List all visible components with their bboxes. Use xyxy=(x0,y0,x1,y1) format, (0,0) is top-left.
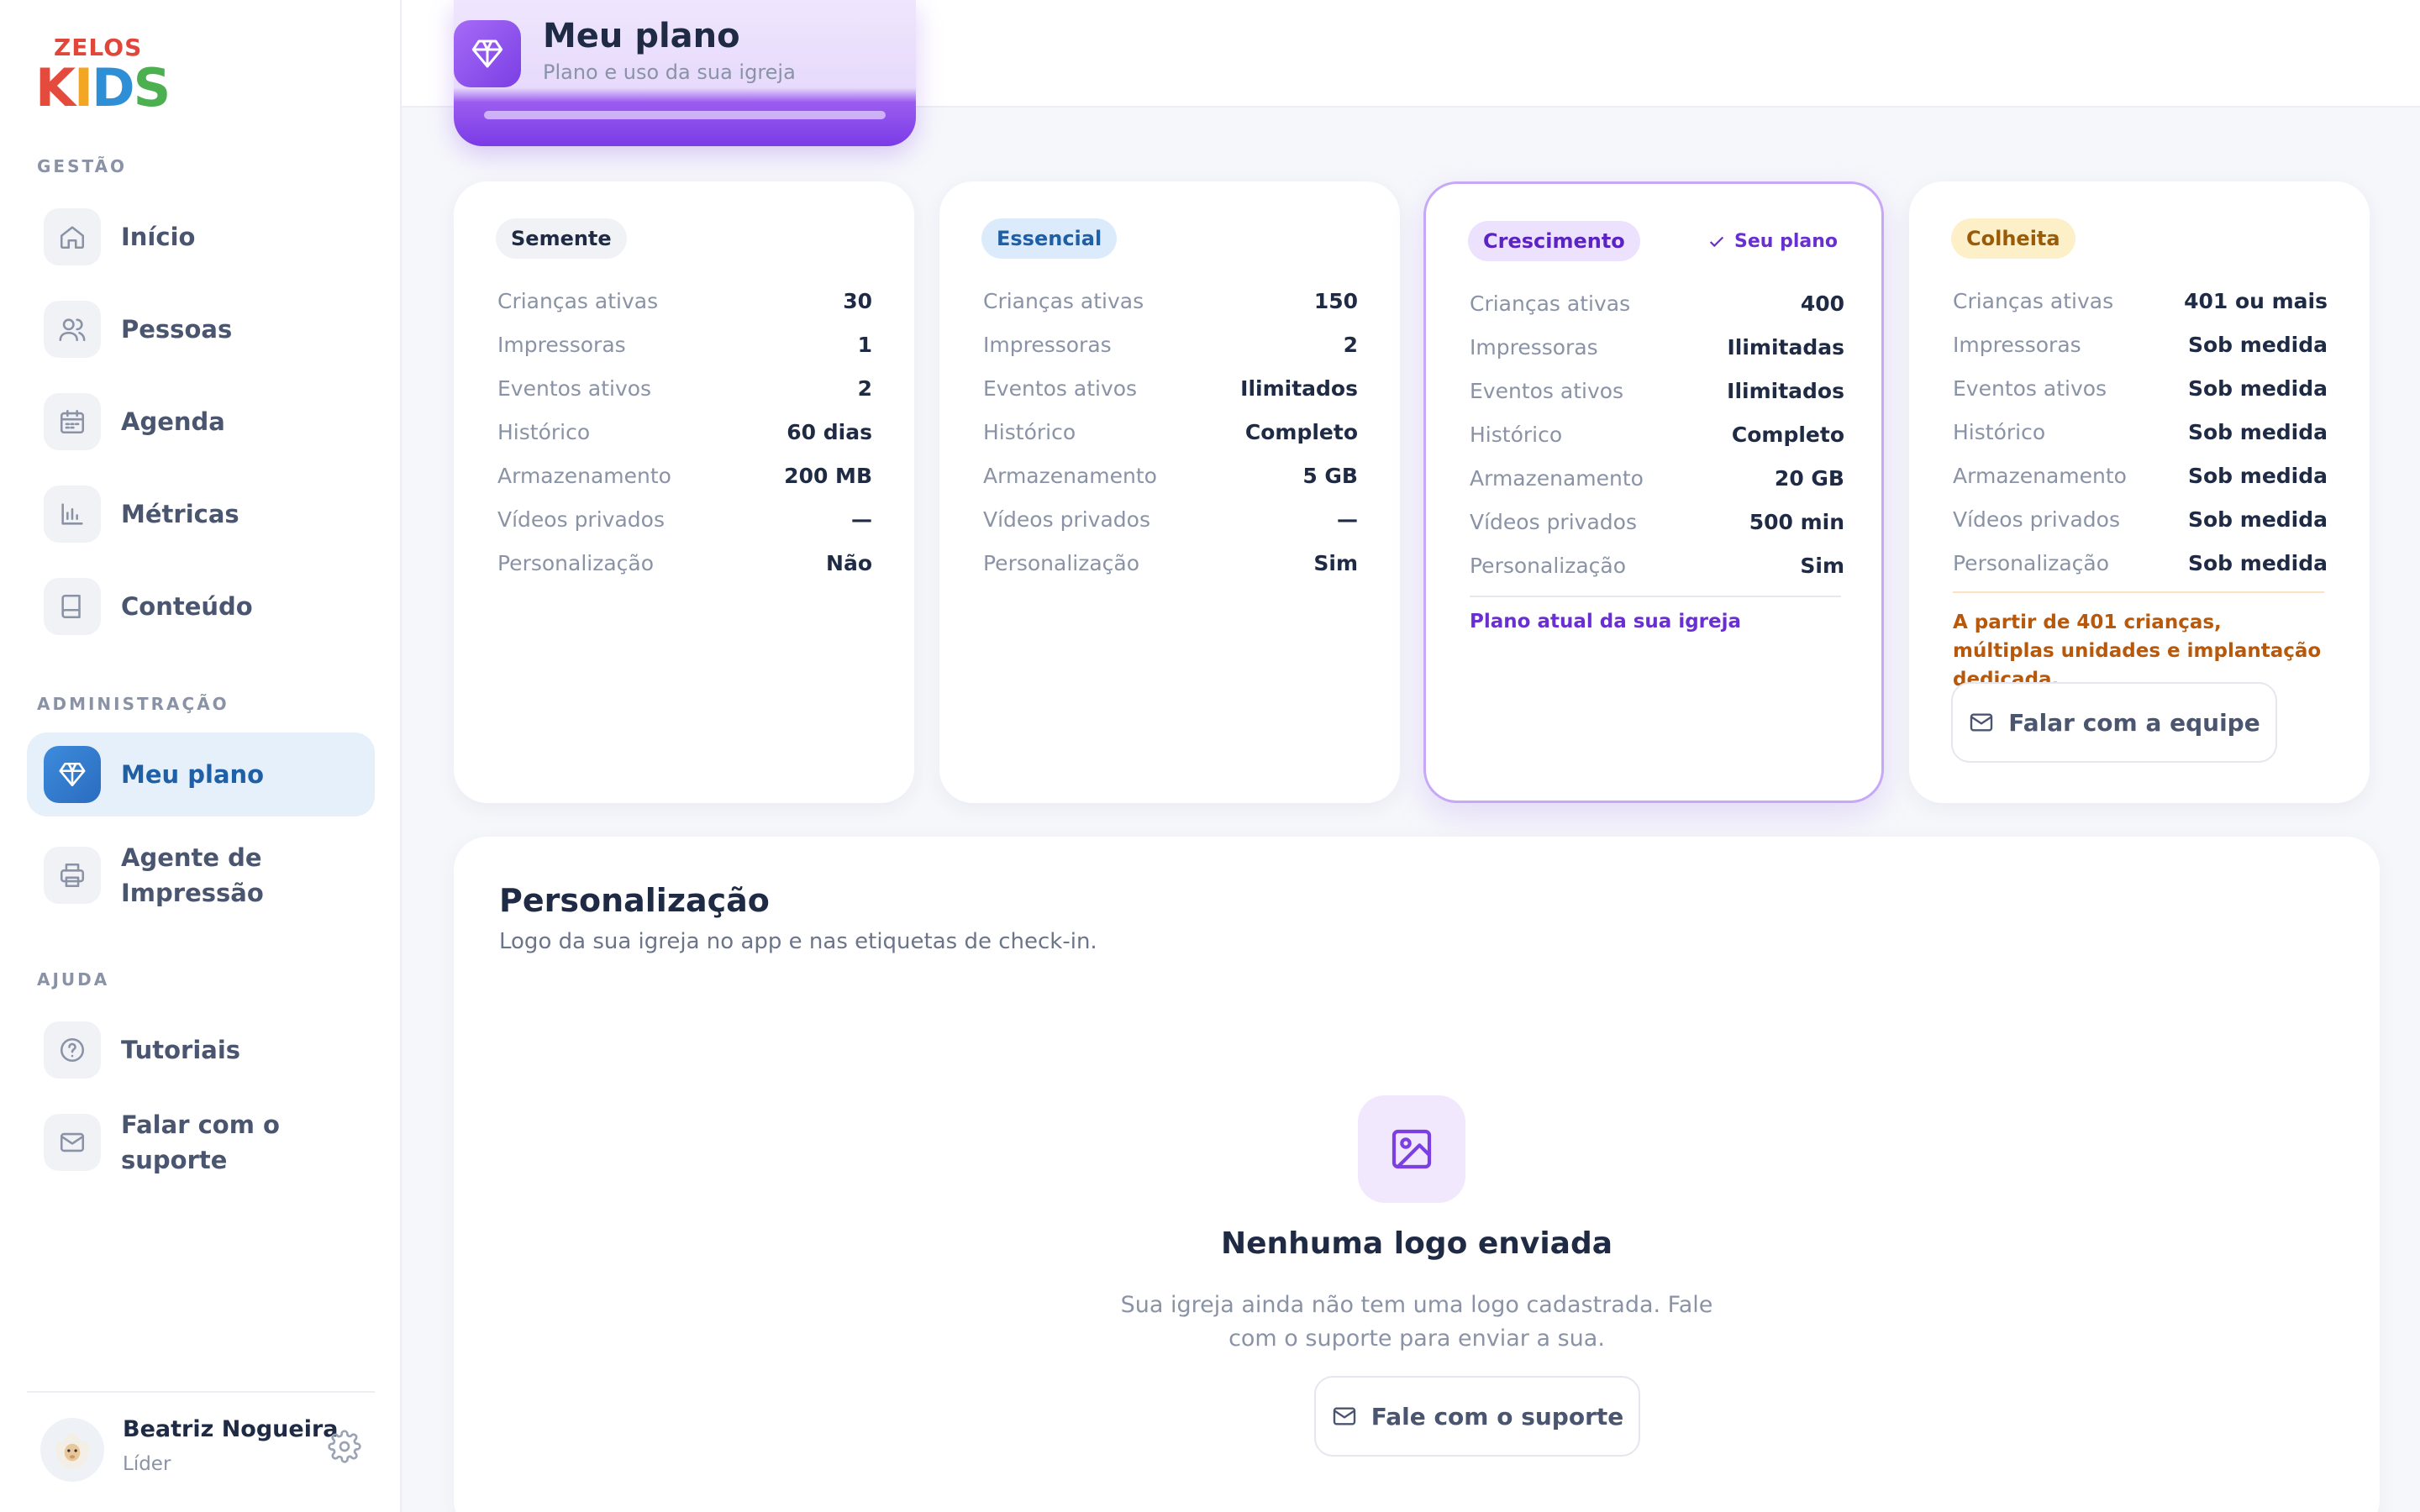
gear-icon[interactable] xyxy=(328,1430,361,1463)
contact-team-button[interactable]: Falar com a equipe xyxy=(1951,682,2277,763)
plan-row: Eventos ativos Sob medida xyxy=(1953,375,2328,401)
sidebar-item-label: Métricas xyxy=(121,500,239,528)
check-icon xyxy=(1709,236,1724,247)
sheep-avatar-icon xyxy=(55,1433,90,1469)
plan-card-crescimento: Crescimento Seu plano Crianças ativas 400… xyxy=(1423,181,1884,803)
plan-row: Personalização Não xyxy=(497,550,872,575)
sidebar-item-metricas[interactable]: Métricas xyxy=(27,472,375,556)
sidebar-item-agente-impressao[interactable]: Agente de Impressão xyxy=(27,832,375,919)
plan-row: Histórico 60 dias xyxy=(497,419,872,444)
section-label-administracao: ADMINISTRAÇÃO xyxy=(37,694,229,714)
user-profile[interactable]: Beatriz Nogueira Líder xyxy=(27,1391,375,1512)
diamond-icon xyxy=(44,746,101,803)
sidebar-item-label: Tutoriais xyxy=(121,1036,241,1064)
diamond-icon xyxy=(454,20,521,87)
user-name: Beatriz Nogueira xyxy=(123,1416,339,1442)
plan-card-colheita: Colheita Crianças ativas 401 ou mais Impr… xyxy=(1909,181,2370,803)
section-subtitle: Logo da sua igreja no app e nas etiqueta… xyxy=(499,929,1097,954)
logo-line-2: KIDS xyxy=(35,57,171,118)
plan-row: Histórico Completo xyxy=(1470,422,1844,447)
plan-row: Eventos ativos Ilimitados xyxy=(1470,378,1844,403)
sidebar-item-label: Início xyxy=(121,223,196,251)
sidebar-item-agenda[interactable]: Agenda xyxy=(27,380,375,464)
avatar xyxy=(40,1418,104,1482)
plan-badge: Colheita xyxy=(1951,218,2075,259)
plan-badge: Semente xyxy=(496,218,627,259)
plan-badge: Essencial xyxy=(981,218,1118,259)
plan-row: Personalização Sim xyxy=(1470,553,1844,578)
plan-row: Vídeos privados — xyxy=(497,507,872,532)
plan-row: Impressoras Ilimitadas xyxy=(1470,334,1844,360)
plan-row: Impressoras 1 xyxy=(497,332,872,357)
plan-row: Impressoras 2 xyxy=(983,332,1358,357)
mail-icon xyxy=(44,1114,101,1171)
plan-card-essencial: Essencial Crianças ativas 150 Impressoras… xyxy=(939,181,1400,803)
mail-icon xyxy=(1970,713,1993,732)
sidebar-item-label: Agenda xyxy=(121,407,225,436)
plan-row: Vídeos privados Sob medida xyxy=(1953,507,2328,532)
plan-row: Impressoras Sob medida xyxy=(1953,332,2328,357)
plan-row: Crianças ativas 30 xyxy=(497,288,872,313)
plan-row: Histórico Sob medida xyxy=(1953,419,2328,444)
harvest-plan-note: A partir de 401 crianças, múltiplas unid… xyxy=(1953,612,2322,690)
empty-state-text: Sua igreja ainda não tem uma logo cadast… xyxy=(1120,1292,1713,1352)
mail-icon xyxy=(1333,1407,1355,1425)
plan-row: Armazenamento 200 MB xyxy=(497,463,872,488)
plan-row: Personalização Sob medida xyxy=(1953,550,2328,575)
plan-row: Crianças ativas 150 xyxy=(983,288,1358,313)
plan-row: Personalização Sim xyxy=(983,550,1358,575)
personalization-panel: Personalização Logo da sua igreja no app… xyxy=(454,837,2380,1512)
current-plan-indicator: Seu plano xyxy=(1707,231,1838,252)
plan-row: Armazenamento Sob medida xyxy=(1953,463,2328,488)
plan-row: Eventos ativos Ilimitados xyxy=(983,375,1358,401)
plan-row: Vídeos privados 500 min xyxy=(1470,509,1844,534)
section-title: Personalização xyxy=(499,882,770,919)
sidebar-item-label: Conteúdo xyxy=(121,592,253,621)
bar-chart-icon xyxy=(44,486,101,543)
sidebar-item-meu-plano[interactable]: Meu plano xyxy=(27,732,375,816)
divider xyxy=(1953,591,2324,593)
sidebar-item-label: Pessoas xyxy=(121,315,233,344)
plan-row: Armazenamento 20 GB xyxy=(1470,465,1844,491)
sidebar-item-label: Meu plano xyxy=(121,760,265,789)
plan-row: Histórico Completo xyxy=(983,419,1358,444)
plan-card-semente: Semente Crianças ativas 30 Impressoras 1 E… xyxy=(454,181,914,803)
home-icon xyxy=(44,208,101,265)
sidebar-item-inicio[interactable]: Início xyxy=(27,195,375,279)
plan-row: Crianças ativas 400 xyxy=(1470,291,1844,316)
sidebar: ZELOS KIDS GESTÃO Início Pessoas Agenda … xyxy=(0,0,402,1512)
sidebar-item-tutoriais[interactable]: Tutoriais xyxy=(27,1008,375,1092)
sidebar-item-label: Falar com o suporte xyxy=(121,1110,280,1174)
zelos-kids-logo[interactable]: ZELOS KIDS xyxy=(35,34,171,118)
plan-row: Crianças ativas 401 ou mais xyxy=(1953,288,2328,313)
contact-support-button[interactable]: Fale com o suporte xyxy=(1314,1376,1640,1457)
main-content: Meu plano Plano e uso da sua igreja Seme… xyxy=(402,0,2420,1512)
plan-row: Armazenamento 5 GB xyxy=(983,463,1358,488)
image-icon xyxy=(1358,1095,1465,1203)
usage-progress-bar xyxy=(484,111,886,119)
page-subtitle: Plano e uso da sua igreja xyxy=(543,60,796,84)
sidebar-item-pessoas[interactable]: Pessoas xyxy=(27,287,375,371)
divider xyxy=(1470,596,1841,597)
calendar-icon xyxy=(44,393,101,450)
plan-row: Vídeos privados — xyxy=(983,507,1358,532)
help-circle-icon xyxy=(44,1021,101,1079)
users-icon xyxy=(44,301,101,358)
plan-row: Eventos ativos 2 xyxy=(497,375,872,401)
page-title: Meu plano xyxy=(543,17,740,55)
sidebar-item-suporte[interactable]: Falar com o suporte xyxy=(27,1100,375,1184)
section-label-ajuda: AJUDA xyxy=(37,969,110,990)
sidebar-item-label: Agente de Impressão xyxy=(121,843,264,907)
book-icon xyxy=(44,578,101,635)
user-role: Líder xyxy=(123,1453,171,1475)
current-plan-note: Plano atual da sua igreja xyxy=(1470,611,1742,633)
sidebar-item-conteudo[interactable]: Conteúdo xyxy=(27,564,375,648)
page-header: Meu plano Plano e uso da sua igreja xyxy=(454,0,916,109)
printer-icon xyxy=(44,847,101,904)
section-label-gestao: GESTÃO xyxy=(37,156,128,176)
plan-badge: Crescimento xyxy=(1468,221,1640,261)
empty-state-title: Nenhuma logo enviada xyxy=(1220,1226,1613,1261)
